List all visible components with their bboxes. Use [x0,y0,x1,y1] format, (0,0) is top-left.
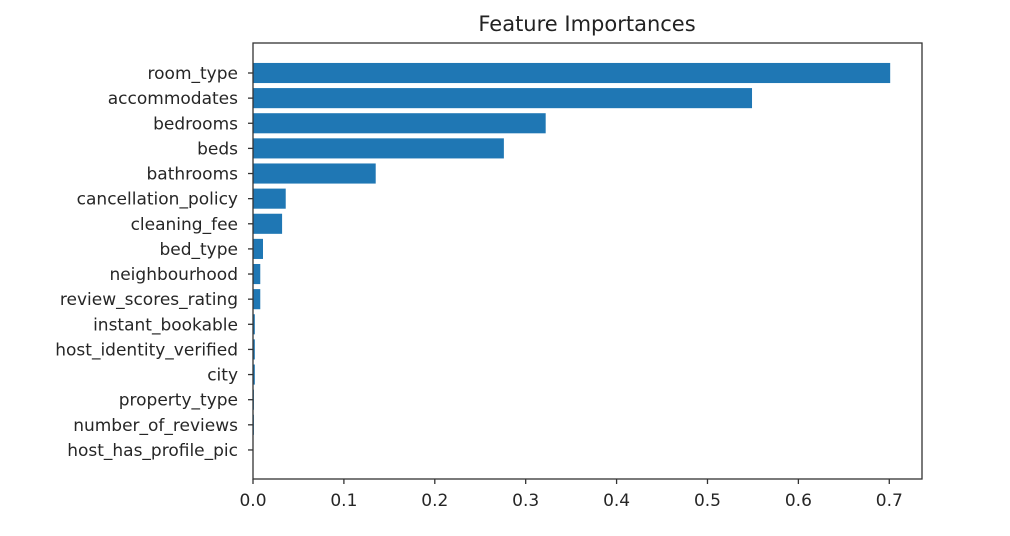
feature-importance-chart: Feature Importances room_type accommodate… [55,12,923,511]
y-axis-ticks: room_type accommodates bedrooms beds bathroo… [55,64,253,461]
bar-cancellation-policy [253,188,286,209]
y-tick-label: room_type [148,64,238,84]
y-tick-label: cancellation_policy [77,190,238,210]
y-tick-label: city [207,366,238,386]
y-tick-label: instant_bookable [93,315,238,335]
x-tick-label: 0.3 [512,491,539,511]
y-tick-label: accommodates [108,89,238,109]
chart-title: Feature Importances [478,12,695,36]
x-axis-ticks: 0.0 0.1 0.2 0.3 0.4 0.5 0.6 0.7 [239,479,903,511]
bars-group [253,62,891,435]
x-tick-label: 0.0 [239,491,266,511]
bar-beds [253,138,504,159]
bar-accommodates [253,88,753,109]
axes-frame [252,42,923,480]
x-tick-label: 0.2 [421,491,448,511]
x-tick-label: 0.5 [694,491,721,511]
bar-bedrooms [253,113,546,134]
y-tick-label: number_of_reviews [73,416,238,436]
y-tick-label: host_has_profile_pic [67,441,238,461]
y-tick-label: review_scores_rating [60,290,238,310]
y-tick-label: host_identity_verified [55,340,238,360]
bar-cleaning-fee [253,213,283,234]
y-tick-label: beds [197,139,238,159]
y-tick-label: bedrooms [153,114,238,134]
y-tick-label: neighbourhood [109,265,238,285]
bar-bathrooms [253,163,376,184]
bar-room-type [253,62,891,84]
bar-review-scores-rating [253,289,261,310]
y-tick-label: bathrooms [147,165,239,185]
x-tick-label: 0.4 [603,491,630,511]
y-tick-label: bed_type [159,240,238,260]
y-tick-label: cleaning_fee [131,215,238,235]
x-tick-label: 0.1 [330,491,357,511]
bar-bed-type [253,238,263,259]
x-tick-label: 0.6 [785,491,812,511]
y-tick-label: property_type [119,391,238,411]
bar-neighbourhood [253,263,261,285]
x-tick-label: 0.7 [876,491,903,511]
